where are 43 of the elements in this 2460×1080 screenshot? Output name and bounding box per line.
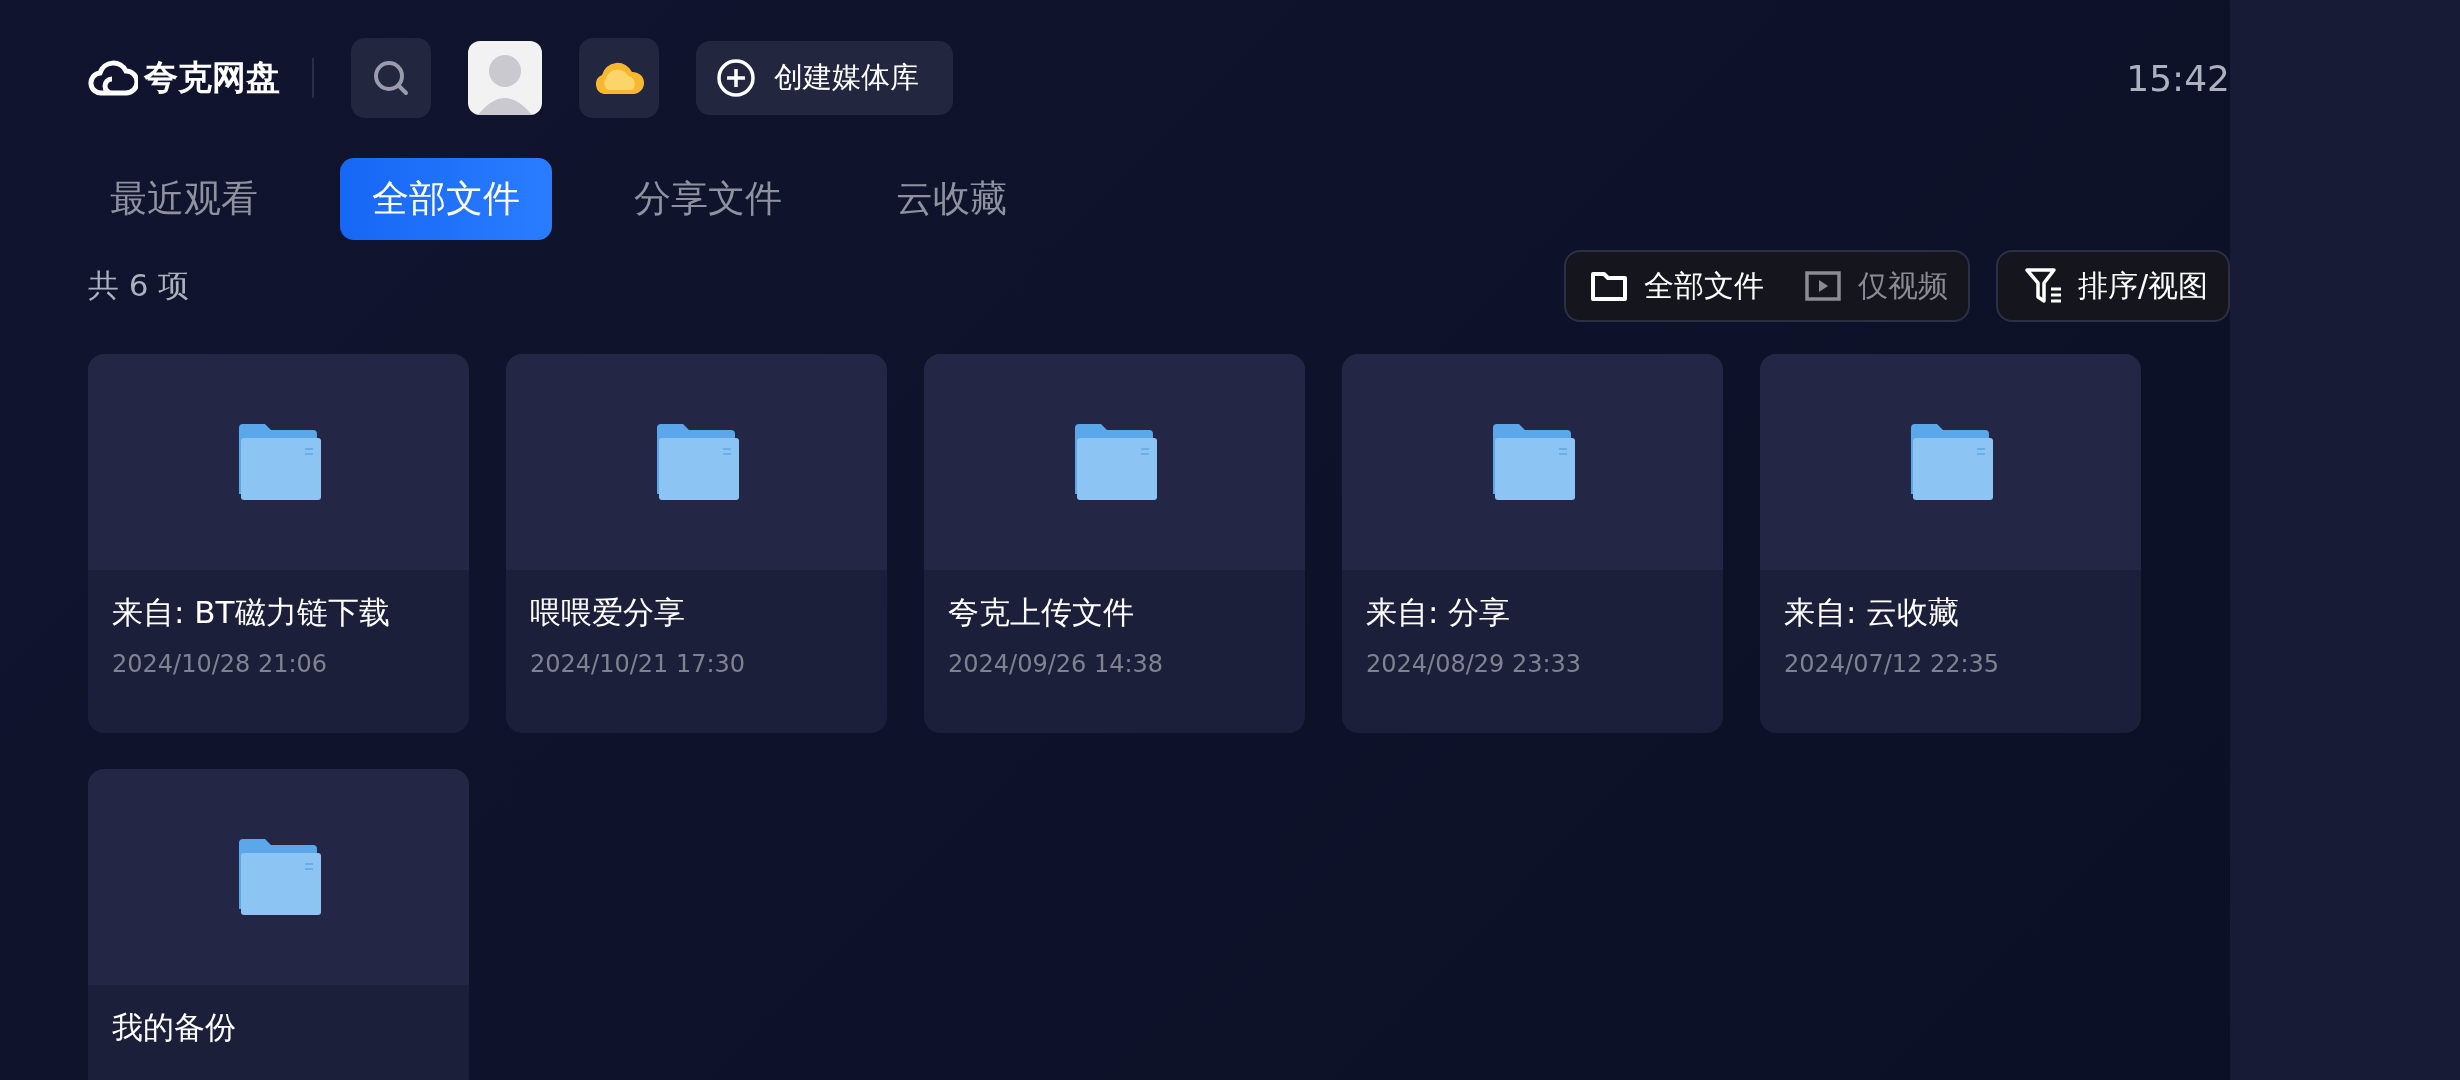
filter-icon xyxy=(2023,267,2064,305)
folder-card[interactable]: 喂喂爱分享 2024/10/21 17:30 xyxy=(506,354,887,733)
folder-date: 2024/10/28 21:06 xyxy=(112,650,329,678)
folder-name: 我的备份 xyxy=(112,1008,237,1047)
folder-outline-icon xyxy=(1589,270,1628,302)
folder-card[interactable]: 来自: 云收藏 2024/07/12 22:35 xyxy=(1760,354,2141,733)
tab[interactable]: 云收藏 xyxy=(864,158,1039,240)
folder-card[interactable]: 我的备份 xyxy=(88,769,469,1080)
folder-icon xyxy=(1490,424,1575,500)
folder-card[interactable]: 夸克上传文件 2024/09/26 14:38 xyxy=(924,354,1305,733)
folder-date: 2024/10/21 17:30 xyxy=(530,650,747,678)
folder-date: 2024/08/29 23:33 xyxy=(1366,650,1583,678)
folder-name: 来自: BT磁力链下载 xyxy=(112,593,391,632)
item-count: 共 6 项 xyxy=(88,266,190,305)
filter-option[interactable]: 全部文件 xyxy=(1589,265,1764,307)
cloud-app-button[interactable] xyxy=(579,38,659,118)
folder-icon xyxy=(236,839,321,915)
tab[interactable]: 全部文件 xyxy=(340,158,552,240)
folder-name: 来自: 分享 xyxy=(1366,593,1512,632)
folder-icon xyxy=(236,424,321,500)
tab[interactable]: 最近观看 xyxy=(78,158,290,240)
folder-date: 2024/07/12 22:35 xyxy=(1784,650,2001,678)
folder-name: 喂喂爱分享 xyxy=(530,593,686,632)
tab[interactable]: 分享文件 xyxy=(602,158,814,240)
folder-icon xyxy=(654,424,739,500)
folder-name: 来自: 云收藏 xyxy=(1784,593,1961,632)
folder-name: 夸克上传文件 xyxy=(948,593,1135,632)
filter-option[interactable]: 仅视频 xyxy=(1803,265,1948,307)
folder-card[interactable]: 来自: 分享 2024/08/29 23:33 xyxy=(1342,354,1723,733)
app-logo-text: 夸克网盘 xyxy=(144,56,280,99)
folder-card[interactable]: 来自: BT磁力链下载 2024/10/28 21:06 xyxy=(88,354,469,733)
sort-view-button[interactable]: 排序/视图 xyxy=(1995,250,2230,322)
folder-icon xyxy=(1072,424,1157,500)
search-button[interactable] xyxy=(351,38,431,118)
folder-icon xyxy=(1908,424,1993,500)
search-icon xyxy=(371,58,411,98)
cloud-icon xyxy=(88,59,138,97)
avatar-icon[interactable] xyxy=(468,41,542,115)
folder-date: 2024/09/26 14:38 xyxy=(948,650,1165,678)
plus-circle-icon xyxy=(716,58,756,98)
create-library-button[interactable]: 创建媒体库 xyxy=(696,41,953,115)
play-icon xyxy=(1803,270,1842,302)
clock-time: 15:42 xyxy=(2126,57,2230,99)
